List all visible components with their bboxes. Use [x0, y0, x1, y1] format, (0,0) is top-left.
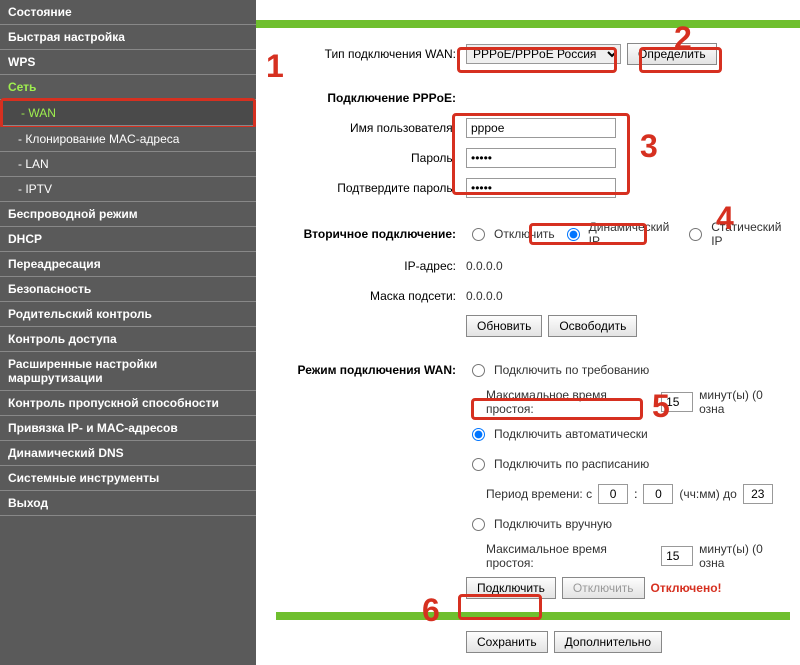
- sidebar-item-quick-setup[interactable]: Быстрая настройка: [0, 25, 256, 50]
- idle-time-label: Максимальное время простоя:: [486, 388, 655, 416]
- advanced-button[interactable]: Дополнительно: [554, 631, 662, 653]
- sidebar-item-network[interactable]: Сеть: [0, 75, 256, 100]
- sidebar-item-lan[interactable]: - LAN: [0, 152, 256, 177]
- connect-button[interactable]: Подключить: [466, 577, 556, 599]
- sidebar-item-access-control[interactable]: Контроль доступа: [0, 327, 256, 352]
- ip-value: 0.0.0.0: [466, 259, 503, 273]
- sidebar-item-security[interactable]: Безопасность: [0, 277, 256, 302]
- main-panel: Тип подключения WAN: PPPoE/PPPoE Россия …: [256, 0, 800, 665]
- secondary-conn-label: Вторичное подключение:: [276, 227, 466, 241]
- sidebar-item-wan[interactable]: - WAN: [3, 101, 253, 126]
- period-from-min[interactable]: [643, 484, 673, 504]
- sidebar-item-dhcp[interactable]: DHCP: [0, 227, 256, 252]
- detect-button[interactable]: Определить: [627, 43, 717, 65]
- wan-type-label: Тип подключения WAN:: [276, 47, 466, 61]
- mode-manual-radio[interactable]: [472, 518, 485, 531]
- refresh-button[interactable]: Обновить: [466, 315, 542, 337]
- sidebar: Состояние Быстрая настройка WPS Сеть - W…: [0, 0, 256, 665]
- secondary-static-radio[interactable]: [689, 228, 702, 241]
- idle-time-input-2[interactable]: [661, 546, 693, 566]
- mode-manual-label: Подключить вручную: [494, 517, 612, 531]
- save-button[interactable]: Сохранить: [466, 631, 548, 653]
- username-input[interactable]: [466, 118, 616, 138]
- period-from-hour[interactable]: [598, 484, 628, 504]
- secondary-disable-radio[interactable]: [472, 228, 485, 241]
- idle-time-label-2: Максимальное время простоя:: [486, 542, 655, 570]
- idle-time-input[interactable]: [661, 392, 693, 412]
- password-confirm-input[interactable]: [466, 178, 616, 198]
- idle-time-unit-2: минут(ы) (0 озна: [699, 542, 790, 570]
- mode-auto-label: Подключить автоматически: [494, 427, 648, 441]
- mode-demand-label: Подключить по требованию: [494, 363, 649, 377]
- mask-value: 0.0.0.0: [466, 289, 503, 303]
- sidebar-item-mac-clone[interactable]: - Клонирование MAC-адреса: [0, 127, 256, 152]
- divider-bar: [256, 20, 800, 28]
- conn-mode-label: Режим подключения WAN:: [276, 363, 466, 377]
- period-to-hour[interactable]: [743, 484, 773, 504]
- secondary-dynamic-label: Динамический IP: [589, 220, 678, 248]
- idle-time-unit: минут(ы) (0 озна: [699, 388, 790, 416]
- wan-type-select[interactable]: PPPoE/PPPoE Россия: [466, 44, 621, 64]
- sidebar-item-bandwidth[interactable]: Контроль пропускной способности: [0, 391, 256, 416]
- sidebar-item-routing[interactable]: Расширенные настройки маршрутизации: [0, 352, 256, 391]
- secondary-disable-label: Отключить: [494, 227, 555, 241]
- password-confirm-label: Подтвердите пароль:: [276, 181, 466, 195]
- secondary-dynamic-radio[interactable]: [567, 228, 580, 241]
- sidebar-item-wps[interactable]: WPS: [0, 50, 256, 75]
- password-label: Пароль:: [276, 151, 466, 165]
- connection-status: Отключено!: [651, 581, 722, 595]
- sidebar-item-system-tools[interactable]: Системные инструменты: [0, 466, 256, 491]
- username-label: Имя пользователя:: [276, 121, 466, 135]
- sidebar-item-iptv[interactable]: - IPTV: [0, 177, 256, 202]
- mode-demand-radio[interactable]: [472, 364, 485, 377]
- mode-auto-radio[interactable]: [472, 428, 485, 441]
- sidebar-item-ip-mac-binding[interactable]: Привязка IP- и MAC-адресов: [0, 416, 256, 441]
- mode-schedule-label: Подключить по расписанию: [494, 457, 649, 471]
- sidebar-item-wireless[interactable]: Беспроводной режим: [0, 202, 256, 227]
- sidebar-item-forwarding[interactable]: Переадресация: [0, 252, 256, 277]
- release-button[interactable]: Освободить: [548, 315, 637, 337]
- mask-label: Маска подсети:: [276, 289, 466, 303]
- sidebar-item-parental[interactable]: Родительский контроль: [0, 302, 256, 327]
- mode-schedule-radio[interactable]: [472, 458, 485, 471]
- secondary-static-label: Статический IP: [711, 220, 790, 248]
- period-format: (чч:мм) до: [679, 487, 736, 501]
- period-label: Период времени: с: [486, 487, 592, 501]
- sidebar-item-ddns[interactable]: Динамический DNS: [0, 441, 256, 466]
- sidebar-item-status[interactable]: Состояние: [0, 0, 256, 25]
- ip-label: IP-адрес:: [276, 259, 466, 273]
- sidebar-item-logout[interactable]: Выход: [0, 491, 256, 516]
- password-input[interactable]: [466, 148, 616, 168]
- disconnect-button[interactable]: Отключить: [562, 577, 645, 599]
- pppoe-section-label: Подключение PPPoE:: [276, 91, 466, 105]
